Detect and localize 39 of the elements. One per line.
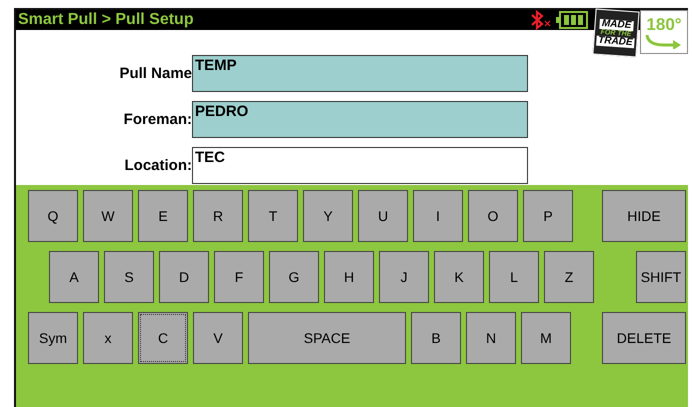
keyboard-key[interactable]: x bbox=[83, 312, 133, 364]
keyboard-key[interactable]: L bbox=[489, 251, 539, 303]
keyboard-key[interactable]: E bbox=[138, 190, 188, 242]
keyboard-key[interactable]: I bbox=[413, 190, 463, 242]
keyboard-key[interactable]: U bbox=[358, 190, 408, 242]
keyboard-key[interactable]: C bbox=[138, 312, 188, 364]
field-label: Location: bbox=[124, 156, 192, 176]
keyboard-key[interactable]: F bbox=[214, 251, 264, 303]
input-field[interactable]: PEDRO bbox=[192, 101, 528, 138]
keyboard-key[interactable]: Q bbox=[28, 190, 78, 242]
keyboard-key[interactable]: HIDE bbox=[602, 190, 686, 242]
keyboard-key[interactable]: T bbox=[248, 190, 298, 242]
keyboard-key[interactable]: Y bbox=[303, 190, 353, 242]
keyboard-key[interactable]: R bbox=[193, 190, 243, 242]
keyboard-key[interactable]: H bbox=[324, 251, 374, 303]
keyboard-key[interactable]: DELETE bbox=[602, 312, 686, 364]
keyboard-key[interactable]: J bbox=[379, 251, 429, 303]
keyboard-key[interactable]: SPACE bbox=[248, 312, 406, 364]
keyboard-key[interactable]: N bbox=[466, 312, 516, 364]
keyboard-key[interactable]: K bbox=[434, 251, 484, 303]
keyboard-key[interactable]: S bbox=[104, 251, 154, 303]
screen-title: Smart Pull > Pull Setup bbox=[17, 11, 194, 29]
keyboard-key[interactable]: O bbox=[468, 190, 518, 242]
keyboard-key[interactable]: W bbox=[83, 190, 133, 242]
keyboard-key[interactable]: G bbox=[269, 251, 319, 303]
keyboard-key[interactable]: Sym bbox=[28, 312, 78, 364]
keyboard-key[interactable]: M bbox=[521, 312, 571, 364]
battery-icon bbox=[556, 11, 588, 29]
field-label: Foreman: bbox=[122, 110, 192, 130]
keyboard-key[interactable]: V bbox=[193, 312, 243, 364]
keyboard-key[interactable]: P bbox=[523, 190, 573, 242]
keyboard-key[interactable]: B bbox=[411, 312, 461, 364]
field-label: Pull Name bbox=[118, 64, 192, 84]
keyboard-key[interactable]: A bbox=[49, 251, 99, 303]
keyboard-key[interactable]: Z bbox=[544, 251, 594, 303]
keyboard-key[interactable]: SHIFT bbox=[636, 251, 686, 303]
input-field[interactable]: TEMP bbox=[192, 55, 528, 92]
keyboard-key[interactable]: D bbox=[159, 251, 209, 303]
input-field[interactable]: TEC bbox=[192, 147, 528, 184]
